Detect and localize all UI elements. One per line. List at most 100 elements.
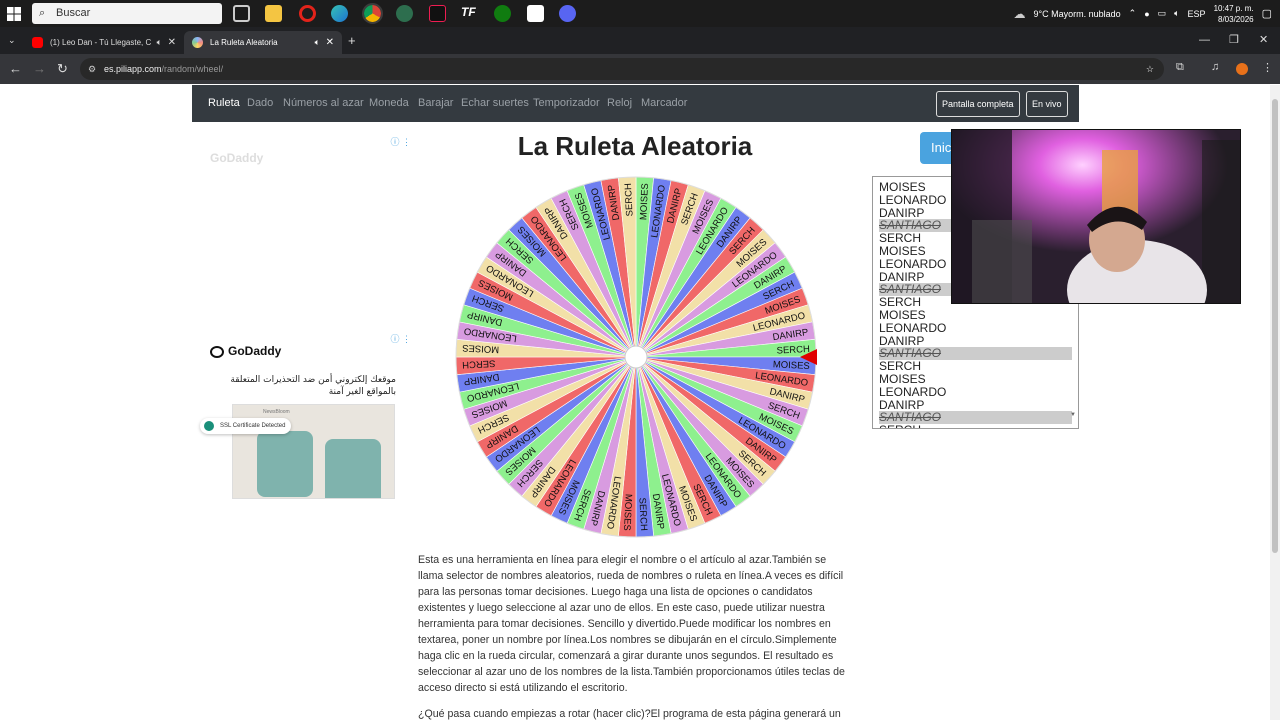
fullscreen-button[interactable]: Pantalla completa — [936, 91, 1020, 117]
youtube-icon — [32, 37, 43, 48]
close-window-button[interactable]: ✕ — [1259, 27, 1268, 54]
weather-text: 9°C Mayorm. nublado — [1033, 8, 1121, 19]
extensions-icon[interactable]: ⧉ — [1176, 61, 1184, 74]
bookmark-star-icon[interactable]: ☆ — [1146, 58, 1154, 80]
clock-time: 10:47 p. m. — [1213, 3, 1254, 13]
menu-kebab-icon[interactable]: ⋮ — [1262, 61, 1273, 74]
nav-moneda[interactable]: Moneda — [369, 97, 409, 109]
names-list-line: MOISES — [879, 371, 926, 386]
language-indicator[interactable]: ESP — [1188, 9, 1206, 19]
windows-taskbar: ⌕ Buscar TF ☁ 9°C Mayorm. nublado ⌃ ● ▭ … — [0, 0, 1280, 27]
chevron-up-icon[interactable]: ⌃ — [1129, 8, 1137, 19]
capcut-icon[interactable] — [527, 5, 544, 22]
taskbar-search-input[interactable]: ⌕ Buscar — [32, 3, 222, 24]
media-control-icon[interactable]: ♫ — [1211, 61, 1219, 73]
wheel-segment-label: MOISES — [621, 494, 634, 531]
minimize-button[interactable]: — — [1199, 27, 1210, 54]
taskbar-search-placeholder: Buscar — [56, 7, 91, 19]
wheel-segment-label: MOISES — [773, 359, 810, 372]
edge-icon[interactable] — [331, 5, 348, 22]
ad-photo-caption: NewsBloom — [263, 409, 290, 415]
file-explorer-icon[interactable] — [265, 5, 282, 22]
system-tray: ☁ 9°C Mayorm. nublado ⌃ ● ▭ 🔈︎ ESP 10:47… — [1014, 0, 1273, 27]
site-info-icon[interactable]: ⚙ — [88, 58, 96, 80]
discord-icon[interactable] — [559, 5, 576, 22]
description-paragraph: Esta es una herramienta en línea para el… — [418, 554, 845, 694]
wheel-segment-label: SERCH — [636, 497, 649, 531]
chrome-icon[interactable] — [362, 3, 383, 24]
nav-echar-suertes[interactable]: Echar suertes — [461, 97, 529, 109]
tab-search-icon[interactable]: ⌄ — [8, 35, 16, 46]
tab-ruleta[interactable]: La Ruleta Aleatoria 🔈︎ ✕ — [184, 31, 342, 54]
page-scrollbar[interactable] — [1270, 85, 1280, 720]
live-button[interactable]: En vivo — [1026, 91, 1068, 117]
scroll-down-icon[interactable]: ▼ — [1070, 412, 1076, 418]
opera-icon[interactable] — [299, 5, 316, 22]
notification-icon[interactable]: ▢ — [1262, 7, 1272, 20]
mic-icon[interactable]: ● — [1144, 9, 1149, 19]
site-navbar: Ruleta Dado Números al azar Moneda Baraj… — [192, 85, 1079, 122]
new-tab-button[interactable]: + — [348, 33, 356, 48]
piliapp-icon — [192, 37, 203, 48]
ad-info-icon[interactable]: ⓘ ⋮ — [390, 135, 411, 148]
scroll-thumb[interactable] — [1272, 99, 1278, 553]
tab-youtube-title: (1) Leo Dan - Tú Llegaste, C — [50, 38, 152, 47]
profile-avatar[interactable] — [1236, 63, 1248, 75]
speaker-icon[interactable]: 🔈︎ — [315, 31, 320, 54]
url-path: /random/wheel/ — [161, 64, 224, 74]
ad-banner-top[interactable]: ⓘ ⋮ GoDaddy — [192, 131, 417, 321]
nav-marcador[interactable]: Marcador — [641, 97, 687, 109]
tiktok-icon[interactable] — [429, 5, 446, 22]
ssl-lock-icon — [204, 421, 214, 431]
restore-button[interactable]: ❐ — [1229, 27, 1239, 54]
forward-icon[interactable]: → — [33, 61, 46, 76]
wheel-segment-label: SERCH — [623, 183, 636, 217]
ad-brand: GoDaddy — [228, 344, 282, 358]
reload-icon[interactable]: ↻ — [57, 61, 68, 77]
address-bar-input[interactable]: ⚙ es.piliapp.com/random/wheel/ ☆ — [80, 58, 1164, 80]
speaker-icon[interactable]: 🔈︎ — [157, 31, 162, 54]
browser-tab-bar: ⌄ (1) Leo Dan - Tú Llegaste, C 🔈︎ ✕ La R… — [0, 27, 1280, 54]
browser-toolbar: ← → ↻ ⚙ es.piliapp.com/random/wheel/ ☆ ⧉… — [0, 54, 1280, 84]
app-icon[interactable] — [396, 5, 413, 22]
windows-start-icon[interactable] — [6, 6, 22, 22]
names-list-line: MOISES — [879, 307, 926, 322]
url-domain: es.piliapp.com — [104, 64, 162, 74]
ad-brand-faint: GoDaddy — [210, 151, 264, 165]
nav-barajar[interactable]: Barajar — [418, 97, 453, 109]
bottle-image — [257, 431, 313, 497]
network-icon[interactable]: ▭ — [1158, 8, 1167, 19]
ssl-badge-text: SSL Certificate Detected — [220, 423, 286, 429]
nav-temporizador[interactable]: Temporizador — [533, 97, 600, 109]
xbox-icon[interactable] — [494, 5, 511, 22]
ssl-badge: SSL Certificate Detected — [200, 418, 292, 434]
close-tab-icon[interactable]: ✕ — [326, 31, 334, 54]
webcam-overlay — [951, 129, 1241, 304]
ad-banner-bottom[interactable]: ⓘ ⋮ GoDaddy موقعك إلكتروني أمن ضد التحذي… — [192, 328, 417, 513]
godaddy-logo: GoDaddy — [210, 344, 281, 358]
ad-info-icon[interactable]: ⓘ ⋮ — [390, 332, 411, 345]
wheel-segment-label: MOISES — [638, 183, 651, 220]
weather-cloud-icon: ☁ — [1013, 6, 1026, 21]
page-title: La Ruleta Aleatoria — [517, 131, 753, 161]
roulette-wheel[interactable]: MOISESLEONARDODANIRPSERCHMOISESLEONARDOD… — [455, 176, 817, 538]
clock-date: 8/03/2026 — [1218, 14, 1254, 24]
tab-ruleta-title: La Ruleta Aleatoria — [210, 38, 278, 47]
godaddy-logo-icon — [210, 345, 224, 358]
names-list-line: LEONARDO — [879, 320, 947, 335]
nav-reloj[interactable]: Reloj — [607, 97, 632, 109]
nav-ruleta[interactable]: Ruleta — [208, 97, 240, 109]
search-icon: ⌕ — [39, 7, 46, 19]
wheel-segment-label: MOISES — [462, 342, 499, 355]
clock[interactable]: 10:47 p. m. 8/03/2026 — [1214, 3, 1254, 25]
back-icon[interactable]: ← — [9, 61, 22, 76]
task-view-icon[interactable] — [233, 5, 250, 22]
wheel-segment-label: SERCH — [462, 357, 496, 370]
nav-dado[interactable]: Dado — [247, 97, 273, 109]
tab-youtube[interactable]: (1) Leo Dan - Tú Llegaste, C 🔈︎ ✕ — [24, 31, 184, 54]
nav-numeros[interactable]: Números al azar — [283, 97, 364, 109]
close-tab-icon[interactable]: ✕ — [168, 31, 176, 54]
volume-icon[interactable]: 🔈︎ — [1174, 8, 1179, 19]
tf-icon[interactable]: TF — [461, 5, 478, 22]
names-list-line: LEONARDO — [879, 384, 947, 399]
